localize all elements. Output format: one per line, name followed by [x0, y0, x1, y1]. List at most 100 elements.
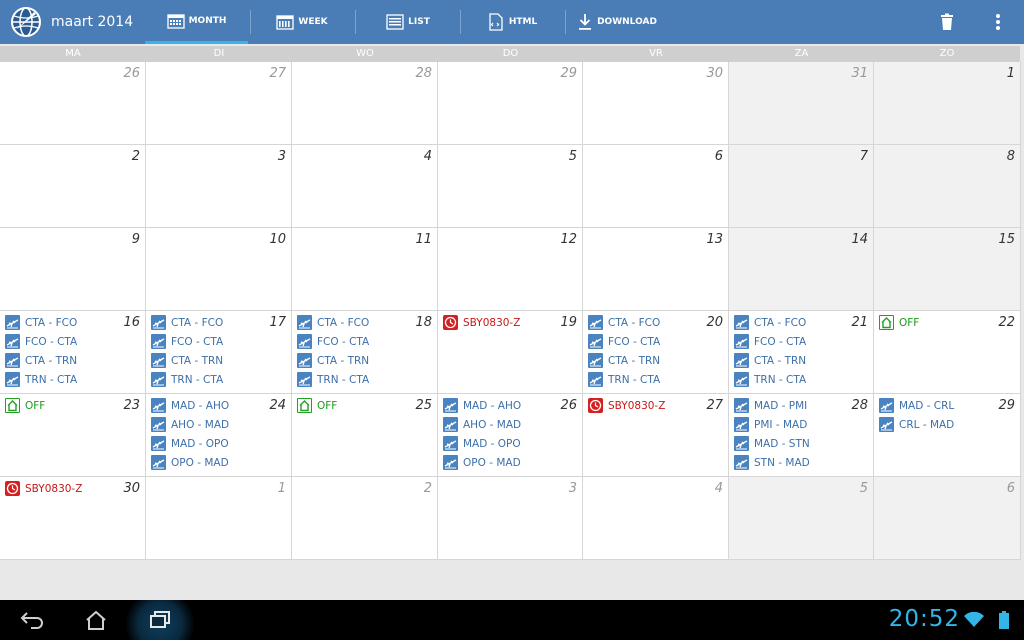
day-cell[interactable]: 11 [292, 228, 438, 311]
flight-event[interactable]: AHO - MAD [443, 415, 521, 434]
day-cell[interactable]: 1 [146, 477, 292, 560]
day-cell[interactable]: 22 OFF [874, 311, 1021, 394]
day-cell[interactable]: 13 [583, 228, 729, 311]
flight-event[interactable]: OPO - MAD [443, 453, 521, 472]
day-cell[interactable]: 12 [438, 228, 583, 311]
event-label: OFF [317, 399, 338, 412]
day-cell[interactable]: 26 MAD - AHO AHO - MAD MAD - OPO OPO - MAD [438, 394, 583, 477]
day-cell[interactable]: 10 [146, 228, 292, 311]
flight-event[interactable]: STN - MAD [734, 453, 810, 472]
day-cell[interactable]: 28 MAD - PMI PMI - MAD MAD - STN STN - MAD [729, 394, 874, 477]
day-cell[interactable]: 15 [874, 228, 1021, 311]
day-cell[interactable]: 1 [874, 62, 1021, 145]
day-cell[interactable]: 5 [729, 477, 874, 560]
home-button[interactable] [76, 600, 116, 640]
day-cell[interactable]: 29 [438, 62, 583, 145]
off-event[interactable]: OFF [5, 396, 45, 415]
flight-event[interactable]: CTA - FCO [734, 313, 806, 332]
day-cell[interactable]: 6 [874, 477, 1021, 560]
standby-event[interactable]: SBY0830-Z [5, 479, 82, 498]
flight-event[interactable]: FCO - CTA [588, 332, 660, 351]
day-cell[interactable]: 25 OFF [292, 394, 438, 477]
day-cell[interactable]: 2 [292, 477, 438, 560]
day-cell[interactable]: 30 SBY0830-Z [0, 477, 146, 560]
flight-event[interactable]: CTA - TRN [588, 351, 660, 370]
flight-event[interactable]: MAD - CRL [879, 396, 954, 415]
flight-event[interactable]: CTA - FCO [151, 313, 223, 332]
day-cell[interactable]: 27 SBY0830-Z [583, 394, 729, 477]
flight-event[interactable]: TRN - CTA [5, 370, 77, 389]
day-number: 5 [859, 481, 868, 496]
day-cell[interactable]: 19 SBY0830-Z [438, 311, 583, 394]
day-cell[interactable]: 30 [583, 62, 729, 145]
day-cell[interactable]: 4 [583, 477, 729, 560]
flight-event[interactable]: MAD - AHO [151, 396, 229, 415]
standby-event[interactable]: SBY0830-Z [588, 396, 665, 415]
flight-event[interactable]: MAD - STN [734, 434, 810, 453]
flight-event[interactable]: CTA - TRN [734, 351, 806, 370]
flight-event[interactable]: CTA - TRN [297, 351, 369, 370]
day-cell[interactable]: 31 [729, 62, 874, 145]
day-cell[interactable]: 14 [729, 228, 874, 311]
overflow-menu-button[interactable] [984, 0, 1012, 44]
day-cell[interactable]: 3 [146, 145, 292, 228]
flight-event[interactable]: TRN - CTA [734, 370, 806, 389]
download-button[interactable]: DOWNLOAD [567, 0, 667, 44]
day-cell[interactable]: 9 [0, 228, 146, 311]
day-cell[interactable]: 3 [438, 477, 583, 560]
event-label: CTA - FCO [754, 316, 807, 329]
flight-event[interactable]: MAD - OPO [151, 434, 229, 453]
day-cell[interactable]: 29 MAD - CRL CRL - MAD [874, 394, 1021, 477]
back-button[interactable] [12, 600, 52, 640]
day-cell[interactable]: 24 MAD - AHO AHO - MAD MAD - OPO OPO - MAD [146, 394, 292, 477]
flight-event[interactable]: FCO - CTA [297, 332, 369, 351]
tab-month[interactable]: MONTH [145, 0, 248, 44]
day-cell[interactable]: 20 CTA - FCO FCO - CTA CTA - TRN TRN - CTA [583, 311, 729, 394]
tab-week[interactable]: WEEK [252, 0, 352, 44]
flight-event[interactable]: CRL - MAD [879, 415, 954, 434]
app-brand[interactable]: maart 2014 [10, 5, 133, 39]
day-cell[interactable]: 5 [438, 145, 583, 228]
flight-event[interactable]: MAD - PMI [734, 396, 810, 415]
flight-event[interactable]: MAD - OPO [443, 434, 521, 453]
off-event[interactable]: OFF [297, 396, 337, 415]
flight-event[interactable]: FCO - CTA [151, 332, 223, 351]
flight-event[interactable]: FCO - CTA [734, 332, 806, 351]
flight-event[interactable]: TRN - CTA [297, 370, 369, 389]
flight-event[interactable]: CTA - FCO [5, 313, 77, 332]
standby-event[interactable]: SBY0830-Z [443, 313, 520, 332]
flight-event[interactable]: MAD - AHO [443, 396, 521, 415]
flight-event[interactable]: PMI - MAD [734, 415, 810, 434]
day-cell[interactable]: 27 [146, 62, 292, 145]
day-cell[interactable]: 4 [292, 145, 438, 228]
divider [355, 10, 356, 34]
flight-event[interactable]: OPO - MAD [151, 453, 229, 472]
tab-list[interactable]: LIST [358, 0, 458, 44]
flight-event[interactable]: TRN - CTA [588, 370, 660, 389]
dow-label: DO [502, 48, 519, 59]
day-cell[interactable]: 8 [874, 145, 1021, 228]
recent-apps-button[interactable] [118, 600, 202, 640]
day-cell[interactable]: 6 [583, 145, 729, 228]
event-list: SBY0830-Z [5, 479, 82, 498]
event-label: FCO - CTA [25, 335, 78, 348]
html-export-button[interactable]: HTML [462, 0, 562, 44]
day-cell[interactable]: 26 [0, 62, 146, 145]
flight-event[interactable]: CTA - FCO [588, 313, 660, 332]
flight-event[interactable]: CTA - TRN [5, 351, 77, 370]
delete-button[interactable] [930, 0, 964, 44]
day-cell[interactable]: 21 CTA - FCO FCO - CTA CTA - TRN TRN - CTA [729, 311, 874, 394]
flight-event[interactable]: AHO - MAD [151, 415, 229, 434]
flight-event[interactable]: CTA - TRN [151, 351, 223, 370]
day-cell[interactable]: 23 OFF [0, 394, 146, 477]
day-cell[interactable]: 7 [729, 145, 874, 228]
flight-event[interactable]: TRN - CTA [151, 370, 223, 389]
day-cell[interactable]: 18 CTA - FCO FCO - CTA CTA - TRN TRN - CTA [292, 311, 438, 394]
off-event[interactable]: OFF [879, 313, 919, 332]
flight-event[interactable]: FCO - CTA [5, 332, 77, 351]
day-cell[interactable]: 16 CTA - FCO FCO - CTA CTA - TRN TRN - CTA [0, 311, 146, 394]
flight-event[interactable]: CTA - FCO [297, 313, 369, 332]
day-cell[interactable]: 2 [0, 145, 146, 228]
day-cell[interactable]: 17 CTA - FCO FCO - CTA CTA - TRN TRN - CTA [146, 311, 292, 394]
day-cell[interactable]: 28 [292, 62, 438, 145]
